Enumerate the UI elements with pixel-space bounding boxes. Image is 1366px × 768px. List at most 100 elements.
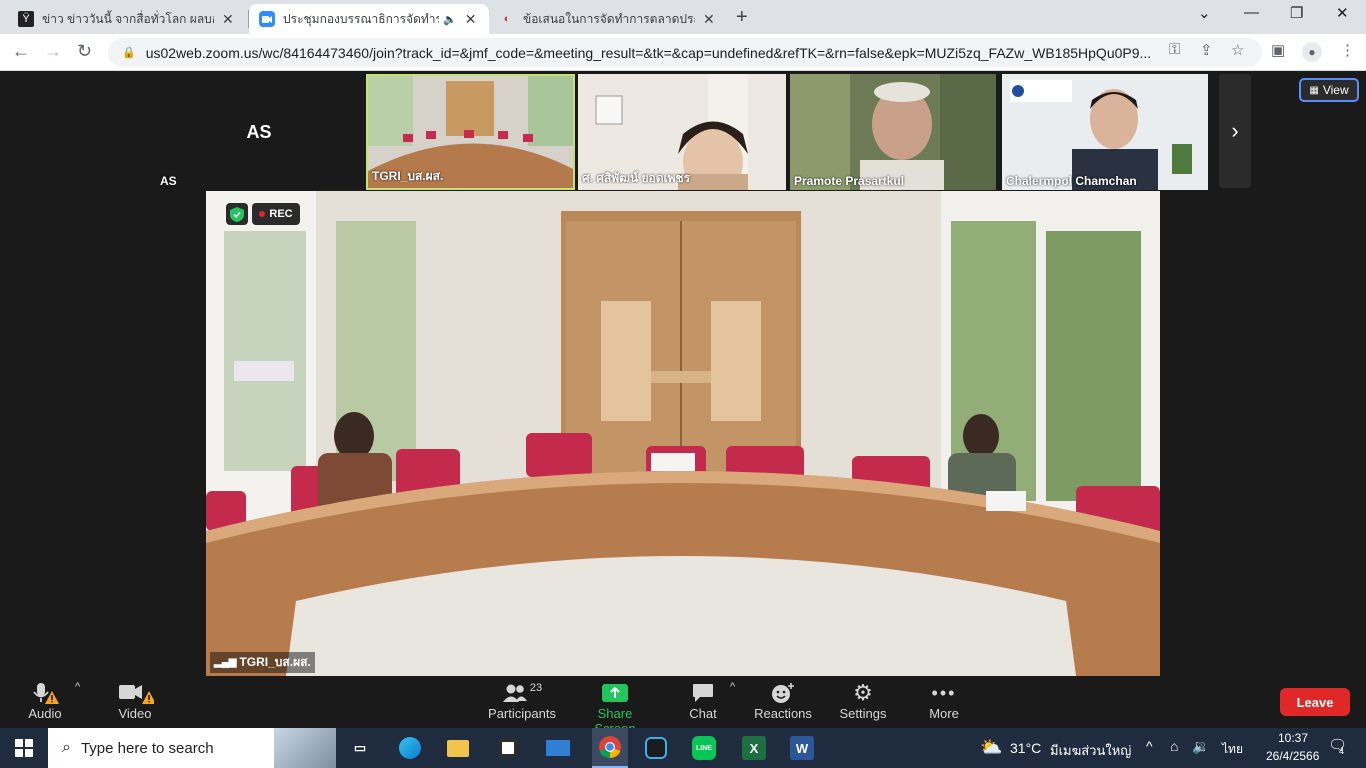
profile-avatar-icon[interactable]: ● bbox=[1302, 42, 1322, 62]
chat-label: Chat bbox=[689, 706, 717, 721]
notification-center-icon[interactable]: 🗨 bbox=[1328, 736, 1347, 754]
webex-icon[interactable] bbox=[642, 734, 670, 762]
tab-proposal[interactable]: ◐ ข้อเสนอในการจัดทำการตลาดประมาณปี ✕ bbox=[489, 4, 729, 34]
network-icon[interactable]: ⌂ bbox=[1170, 738, 1178, 754]
smiley-plus-icon bbox=[754, 680, 812, 706]
microsoft-store-icon[interactable] bbox=[494, 734, 522, 762]
grid-icon: ▦ bbox=[1309, 84, 1319, 96]
participant-tile-as[interactable]: AS AS bbox=[156, 74, 362, 190]
news-site-icon: Ÿ bbox=[18, 11, 34, 27]
close-icon[interactable]: ✕ bbox=[222, 11, 234, 28]
share-icon[interactable]: ⇪ bbox=[1200, 41, 1213, 59]
participant-name: AS bbox=[160, 174, 177, 188]
participant-video-image bbox=[790, 74, 996, 190]
new-tab-button[interactable]: + bbox=[736, 6, 748, 29]
close-icon[interactable]: ✕ bbox=[703, 11, 715, 28]
windows-start-icon[interactable] bbox=[10, 734, 38, 762]
forward-button[interactable]: → bbox=[44, 41, 62, 62]
windows-taskbar: ⌕ Type here to search ▭ LINE X W ⛅ 31°C … bbox=[0, 728, 1366, 768]
task-view-icon[interactable]: ▭ bbox=[346, 734, 374, 762]
participant-tile-pramote[interactable]: Pramote Prasartkul bbox=[790, 74, 996, 190]
zoom-meeting-area: AS AS TGRI_บส.ผส. ศ. ศสิพัฒน์ ยอดเพชร Pr… bbox=[0, 71, 1366, 677]
video-label: Video bbox=[118, 706, 152, 721]
key-icon[interactable]: ⚿ bbox=[1169, 41, 1180, 58]
minimize-button[interactable]: — bbox=[1244, 4, 1259, 21]
video-button[interactable]: Video bbox=[112, 680, 158, 721]
file-explorer-icon[interactable] bbox=[444, 734, 472, 762]
clock-date[interactable]: 26/4/2566 bbox=[1266, 749, 1319, 763]
chrome-menu-icon[interactable]: ⋮ bbox=[1340, 41, 1355, 59]
close-icon[interactable]: ✕ bbox=[465, 11, 477, 28]
participants-icon: 23 bbox=[486, 680, 558, 706]
participant-name: Pramote Prasartkul bbox=[794, 174, 905, 188]
participants-count: 23 bbox=[529, 682, 543, 694]
tab-search-chevron-icon[interactable]: ⌄ bbox=[1198, 4, 1211, 22]
edge-icon[interactable] bbox=[396, 734, 424, 762]
more-button[interactable]: ••• More bbox=[926, 680, 962, 722]
encryption-shield-icon[interactable] bbox=[226, 203, 248, 225]
weather-temp[interactable]: 31°C bbox=[1010, 740, 1041, 756]
tab-zoom-meeting[interactable]: ประชุมกองบรรณาธิการจัดทำราย 🔈 ✕ bbox=[249, 4, 489, 34]
participant-tile-sasi[interactable]: ศ. ศสิพัฒน์ ยอดเพชร bbox=[578, 74, 786, 190]
speaker-icon[interactable]: 🔈 bbox=[443, 13, 457, 26]
view-label: View bbox=[1322, 83, 1349, 97]
notification-count: 4 bbox=[1339, 746, 1345, 756]
chrome-icon[interactable] bbox=[592, 728, 628, 768]
clock-time[interactable]: 10:37 bbox=[1278, 731, 1308, 745]
main-speaker-video[interactable]: REC ▂▄▆ TGRI_บส.ผส. bbox=[206, 191, 1160, 676]
tab-news[interactable]: Ÿ ข่าว ข่าววันนี้ จากสื่อทั่วโลก ผลบอลโล… bbox=[8, 4, 248, 34]
more-label: More bbox=[929, 706, 959, 721]
more-dots-icon: ••• bbox=[931, 682, 957, 703]
participant-video-image bbox=[1002, 74, 1208, 190]
recording-indicator[interactable]: REC bbox=[252, 203, 300, 225]
audio-button[interactable]: Audio bbox=[24, 680, 66, 721]
reactions-label: Reactions bbox=[754, 706, 812, 721]
tab-title: ข้อเสนอในการจัดทำการตลาดประมาณปี bbox=[523, 11, 695, 26]
meeting-room-video-image bbox=[206, 191, 1160, 676]
settings-button[interactable]: ⚙ Settings bbox=[838, 680, 888, 721]
restore-button[interactable]: ❐ bbox=[1290, 4, 1303, 22]
tab-title: ข่าว ข่าววันนี้ จากสื่อทั่วโลก ผลบอลโลก bbox=[42, 11, 214, 26]
lock-icon[interactable]: 🔒 bbox=[122, 46, 136, 59]
leave-button[interactable]: Leave bbox=[1280, 688, 1350, 716]
gear-icon: ⚙ bbox=[853, 680, 873, 705]
word-icon[interactable]: W bbox=[788, 734, 816, 762]
participants-button[interactable]: 23 Participants bbox=[486, 680, 558, 721]
participant-name: TGRI_บส.ผส. bbox=[372, 169, 444, 183]
back-button[interactable]: ← bbox=[12, 41, 30, 62]
show-hidden-icons-icon[interactable]: ^ bbox=[1146, 738, 1153, 754]
speaker-name-text: TGRI_บส.ผส. bbox=[239, 655, 311, 669]
volume-icon[interactable]: 🔉 bbox=[1192, 738, 1209, 755]
input-language[interactable]: ไทย bbox=[1222, 740, 1243, 759]
browser-tab-strip: Ÿ ข่าว ข่าววันนี้ จากสื่อทั่วโลก ผลบอลโล… bbox=[0, 0, 1366, 34]
system-tray: ⛅ 31°C มีเมฆส่วนใหญ่ ^ ⌂ 🔉 ไทย 10:37 26/… bbox=[978, 728, 1366, 768]
weather-cloud-icon[interactable]: ⛅ bbox=[980, 737, 1002, 758]
participant-tile-tgri[interactable]: TGRI_บส.ผส. bbox=[366, 74, 575, 190]
weather-text[interactable]: มีเมฆส่วนใหญ่ bbox=[1050, 740, 1131, 761]
zoom-icon bbox=[259, 11, 275, 27]
participant-tile-chalermpol[interactable]: Chalermpol Chamchan bbox=[1002, 74, 1208, 190]
line-app-icon[interactable]: LINE bbox=[690, 734, 718, 762]
chat-bubble-icon bbox=[686, 680, 720, 706]
browser-toolbar: ← → ↻ 🔒 us02web.zoom.us/wc/84164473460/j… bbox=[0, 34, 1366, 71]
participants-label: Participants bbox=[488, 706, 556, 721]
audio-options-caret-icon[interactable]: ^ bbox=[75, 681, 80, 693]
view-button[interactable]: ▦ View bbox=[1299, 78, 1359, 102]
taskbar-search-input[interactable]: ⌕ Type here to search bbox=[48, 728, 336, 768]
close-window-button[interactable]: ✕ bbox=[1336, 4, 1349, 22]
reload-button[interactable]: ↻ bbox=[77, 41, 92, 62]
mail-icon[interactable] bbox=[544, 734, 572, 762]
chat-options-caret-icon[interactable]: ^ bbox=[730, 681, 735, 693]
chat-button[interactable]: Chat bbox=[686, 680, 720, 721]
record-dot-icon bbox=[259, 211, 266, 217]
search-placeholder: Type here to search bbox=[80, 739, 214, 757]
bookmark-star-icon[interactable]: ☆ bbox=[1231, 41, 1244, 59]
side-panel-icon[interactable]: ▣ bbox=[1271, 41, 1285, 59]
reactions-button[interactable]: Reactions bbox=[754, 680, 812, 721]
search-icon: ⌕ bbox=[62, 739, 71, 756]
main-speaker-name: ▂▄▆ TGRI_บส.ผส. bbox=[210, 652, 315, 673]
excel-icon[interactable]: X bbox=[740, 734, 768, 762]
next-page-arrow-icon[interactable]: › bbox=[1219, 74, 1251, 188]
address-bar[interactable]: 🔒 us02web.zoom.us/wc/84164473460/join?tr… bbox=[108, 38, 1262, 67]
camera-warning-icon bbox=[112, 680, 158, 706]
